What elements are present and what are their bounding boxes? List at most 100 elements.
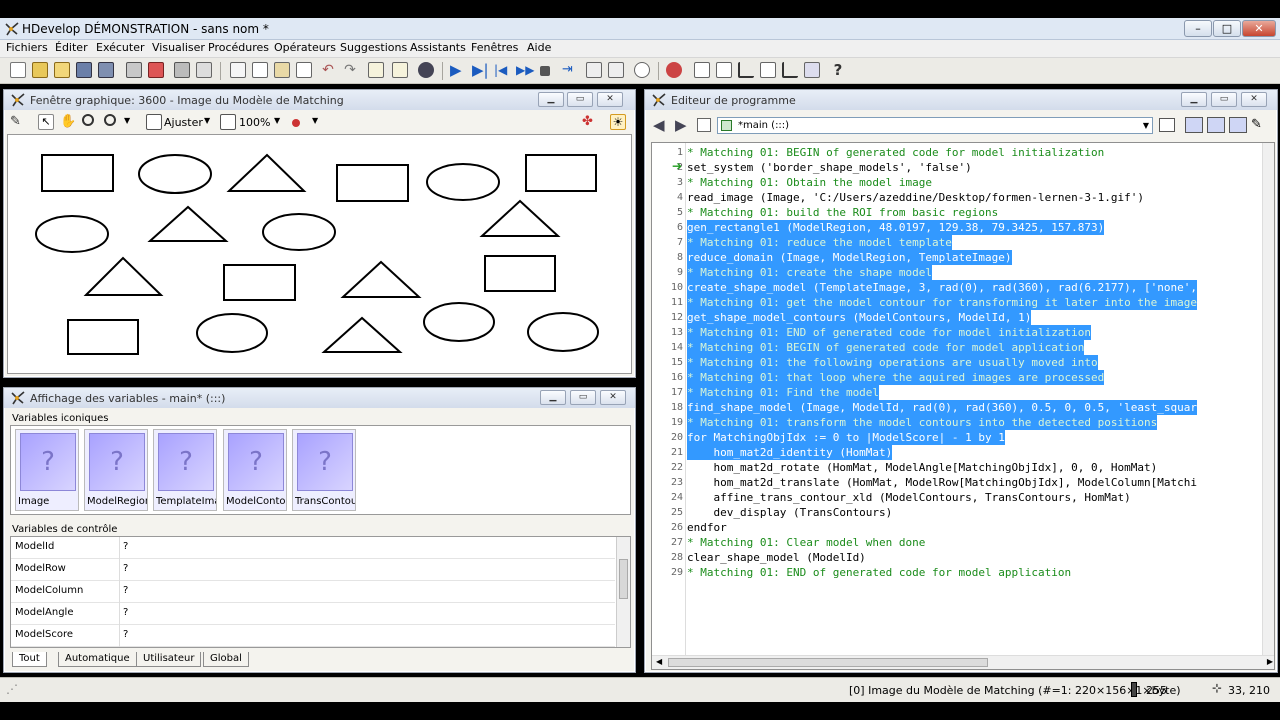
procedure-icon[interactable] (697, 118, 711, 132)
print-icon[interactable] (126, 62, 142, 78)
menu-fichiers[interactable]: Fichiers (6, 41, 48, 54)
variables-close-button[interactable]: ✕ (600, 390, 626, 405)
scrollbar-thumb[interactable] (619, 559, 628, 599)
tab-tout[interactable]: Tout (12, 652, 47, 667)
menu-procedures[interactable]: Procédures (208, 41, 269, 54)
iconic-var-image[interactable]: ? Image (15, 429, 79, 511)
code-line[interactable]: hom_mat2d_translate (HomMat, ModelRow[Ma… (687, 475, 1196, 490)
close-button[interactable]: ✕ (1242, 20, 1276, 37)
step-over-icon[interactable]: |◀ (494, 62, 510, 78)
iconic-var-templateimage[interactable]: ? TemplateImag (153, 429, 217, 511)
graphics-minimize-button[interactable]: ▁ (538, 92, 564, 107)
pin-icon[interactable]: ✤ (582, 114, 598, 130)
run-to-insert-icon[interactable]: ▶| (472, 62, 489, 78)
code-editor[interactable]: 1 2 3 4 5 6 7 8 9 10 11 12 13 14 15 16 17 18 19 20 21 22 23 24 2… (651, 142, 1275, 670)
chevron-down-icon[interactable]: ▼ (1143, 121, 1149, 130)
step-into-icon[interactable]: ▶▶ (516, 62, 534, 78)
stop-icon[interactable] (540, 66, 550, 76)
minimize-button[interactable]: – (1184, 20, 1212, 37)
editor-close-button[interactable]: ✕ (1241, 92, 1267, 107)
code-comment-line[interactable]: * Matching 01: reduce the model template (687, 235, 952, 250)
binoculars-icon[interactable] (418, 62, 434, 78)
edit-procedure-icon[interactable] (1185, 117, 1203, 133)
export-icon[interactable] (148, 62, 164, 78)
zoom-level-icon[interactable] (220, 114, 236, 130)
code-line[interactable]: dev_display (TransContours) (687, 505, 892, 520)
iconic-var-transcontours[interactable]: ? TransContour (292, 429, 356, 511)
control-var-row[interactable]: ModelId? (11, 537, 615, 559)
variable-inspect-icon[interactable] (694, 62, 710, 78)
menu-suggestions[interactable]: Suggestions (340, 41, 407, 54)
graphics-maximize-button[interactable]: ▭ (567, 92, 593, 107)
menu-fenetres[interactable]: Fenêtres (471, 41, 518, 54)
vertical-scrollbar[interactable] (616, 537, 630, 647)
maximize-button[interactable]: □ (1213, 20, 1241, 37)
code-comment-line[interactable]: * Matching 01: transform the model conto… (687, 415, 1158, 430)
code-comment-line[interactable]: * Matching 01: Find the model (687, 385, 880, 400)
redo-icon[interactable]: ↷ (342, 62, 358, 78)
hand-icon[interactable]: ✋ (60, 114, 76, 130)
timer-icon[interactable] (634, 62, 650, 78)
code-line[interactable]: clear_shape_model (ModelId) (687, 550, 866, 565)
code-comment-line[interactable]: * Matching 01: END of generated code for… (687, 565, 1071, 580)
code-line[interactable]: hom_mat2d_rotate (HomMat, ModelAngle[Mat… (687, 460, 1157, 475)
code-line[interactable]: set_system ('border_shape_models', 'fals… (687, 160, 972, 175)
iconic-var-modelcontours[interactable]: ? ModelContou (223, 429, 287, 511)
feature-inspect-icon[interactable] (804, 62, 820, 78)
magnifier-icon[interactable] (82, 114, 94, 126)
debug-icon[interactable] (608, 62, 624, 78)
control-var-row[interactable]: ModelRow? (11, 559, 615, 581)
code-line[interactable]: read_image (Image, 'C:/Users/azeddine/De… (687, 190, 1144, 205)
menu-visualiser[interactable]: Visualiser (152, 41, 205, 54)
editor-minimize-button[interactable]: ▁ (1181, 92, 1207, 107)
vertical-scrollbar[interactable] (1262, 143, 1274, 655)
code-comment-line[interactable]: * Matching 01: BEGIN of generated code f… (687, 145, 1104, 160)
pointer-icon[interactable]: ↖ (38, 114, 54, 130)
chevron-down-icon[interactable]: ▼ (274, 116, 280, 125)
tab-automatique[interactable]: Automatique (58, 652, 137, 667)
new-file-icon[interactable] (10, 62, 26, 78)
properties-icon[interactable] (174, 62, 190, 78)
code-line[interactable]: reduce_domain (Image, ModelRegion, Templ… (687, 250, 1012, 265)
code-comment-line[interactable]: * Matching 01: build the ROI from basic … (687, 205, 998, 220)
calendar-icon[interactable] (1159, 118, 1175, 132)
open-folder-icon[interactable] (54, 62, 70, 78)
code-comment-line[interactable]: * Matching 01: get the model contour for… (687, 295, 1197, 310)
zoom-tool-icon[interactable] (104, 114, 116, 126)
code-line[interactable]: hom_mat2d_identity (HomMat) (687, 445, 893, 460)
paint-icon[interactable] (292, 119, 300, 127)
control-var-row[interactable]: ModelAngle? (11, 603, 615, 625)
zoom-value[interactable]: 100% (239, 116, 270, 129)
pencil-icon[interactable]: ✎ (1251, 117, 1269, 133)
reset-icon[interactable]: ⇥ (562, 62, 578, 78)
edit-list-icon[interactable] (368, 62, 384, 78)
code-comment-line[interactable]: * Matching 01: END of generated code for… (687, 325, 1091, 340)
control-var-row[interactable]: ModelColumn? (11, 581, 615, 603)
graphics-close-button[interactable]: ✕ (597, 92, 623, 107)
cut-icon[interactable] (230, 62, 246, 78)
scroll-left-icon[interactable]: ◀ (656, 657, 662, 666)
menu-editer[interactable]: Éditer (55, 41, 88, 54)
procedure-select[interactable]: *main (:::) ▼ (717, 117, 1153, 134)
code-comment-line[interactable]: * Matching 01: that loop where the aquir… (687, 370, 1105, 385)
tab-utilisateur[interactable]: Utilisateur (136, 652, 202, 667)
paste-icon[interactable] (274, 62, 290, 78)
tools-icon[interactable] (666, 62, 682, 78)
settings-icon[interactable]: ☀ (610, 114, 626, 130)
code-line[interactable]: endfor (687, 520, 727, 535)
zoom-fit-label[interactable]: Ajuster (164, 116, 203, 129)
paste-special-icon[interactable] (296, 62, 312, 78)
menu-assistants[interactable]: Assistants (410, 41, 466, 54)
editor-maximize-button[interactable]: ▭ (1211, 92, 1237, 107)
back-arrow-icon[interactable]: ◀ (653, 116, 665, 134)
chevron-down-icon[interactable]: ▼ (204, 116, 210, 125)
open-file-icon[interactable] (32, 62, 48, 78)
code-line[interactable]: find_shape_model (Image, ModelId, rad(0)… (687, 400, 1197, 415)
copy-icon[interactable] (252, 62, 268, 78)
tab-global[interactable]: Global (203, 652, 249, 667)
chevron-down-icon[interactable]: ▼ (312, 116, 318, 125)
scrollbar-thumb[interactable] (668, 658, 988, 667)
code-comment-line[interactable]: * Matching 01: BEGIN of generated code f… (687, 340, 1085, 355)
save-as-icon[interactable] (98, 62, 114, 78)
fit-icon[interactable] (146, 114, 162, 130)
